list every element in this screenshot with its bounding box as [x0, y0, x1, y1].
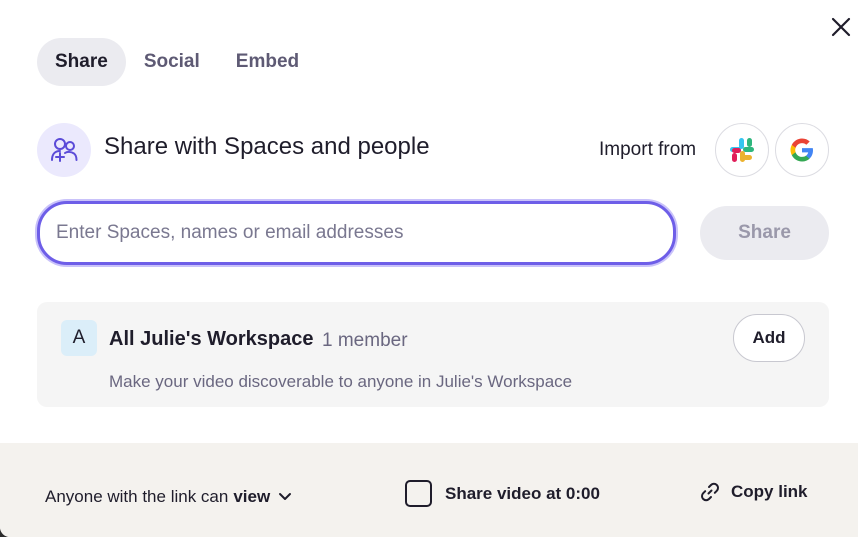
- import-google-button[interactable]: [775, 123, 829, 177]
- google-icon: [790, 138, 813, 162]
- workspace-avatar: A: [61, 320, 97, 356]
- copy-link-button[interactable]: Copy link: [699, 481, 808, 503]
- close-icon: [831, 17, 851, 37]
- import-label: Import from: [599, 139, 697, 160]
- close-button[interactable]: [826, 12, 856, 42]
- copy-link-label: Copy link: [731, 482, 808, 501]
- slack-icon: [730, 138, 754, 162]
- tab-embed[interactable]: Embed: [218, 38, 317, 86]
- share-at-time-label: Share video at 0:00: [445, 483, 600, 503]
- workspace-member-count: 1 member: [322, 330, 408, 351]
- import-slack-button[interactable]: [715, 123, 769, 177]
- section-title: Share with Spaces and people: [104, 133, 430, 160]
- share-modal: Share Social Embed Share with Spaces and…: [0, 0, 858, 537]
- share-button[interactable]: Share: [700, 206, 829, 260]
- share-tabs: Share Social Embed: [37, 38, 317, 86]
- users-add-icon: [37, 123, 91, 177]
- permission-prefix: Anyone with the link can: [45, 487, 229, 506]
- share-at-time-checkbox[interactable]: [405, 480, 432, 507]
- tab-share[interactable]: Share: [37, 38, 126, 86]
- add-workspace-button[interactable]: Add: [733, 314, 805, 362]
- link-permission-dropdown[interactable]: Anyone with the link can view: [45, 487, 292, 507]
- workspace-card: A All Julie's Workspace 1 member Make yo…: [37, 302, 829, 407]
- chevron-down-icon: [278, 492, 292, 502]
- workspace-name: All Julie's Workspace: [109, 328, 314, 350]
- permission-value: view: [233, 487, 271, 506]
- share-at-time-option[interactable]: Share video at 0:00: [405, 480, 600, 507]
- share-footer: Anyone with the link can view Share vide…: [0, 443, 858, 537]
- link-icon: [701, 482, 719, 502]
- tab-social[interactable]: Social: [126, 38, 218, 86]
- search-input[interactable]: [37, 201, 676, 265]
- workspace-description: Make your video discoverable to anyone i…: [109, 372, 573, 391]
